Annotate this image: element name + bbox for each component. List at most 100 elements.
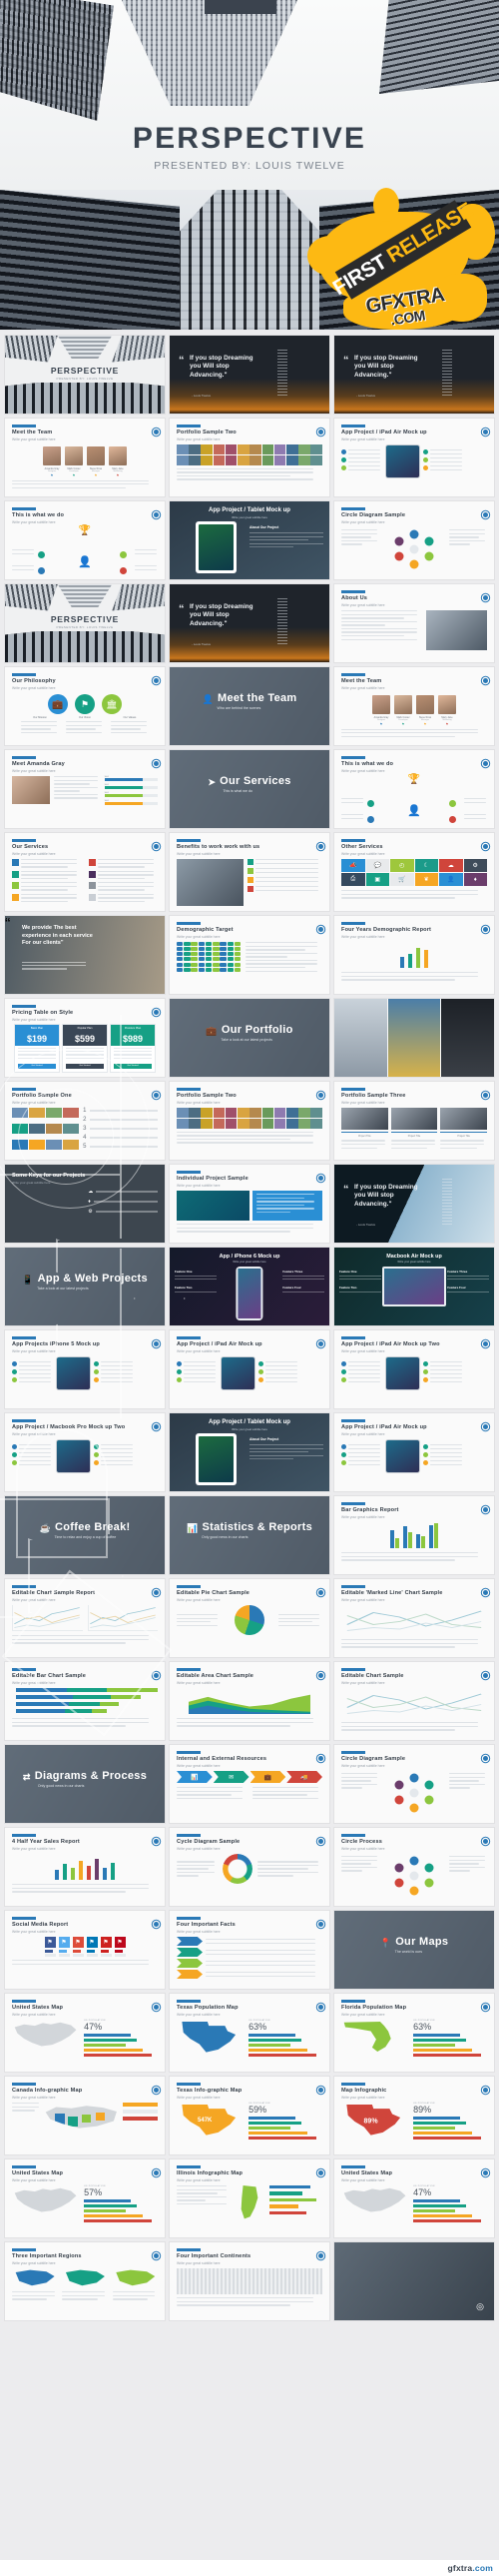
plan-cta-button[interactable]: Get Started [114,1063,152,1069]
gear-icon[interactable] [483,927,488,932]
social-network-icon[interactable]: ⚑ [58,1937,70,1948]
gear-icon[interactable] [318,844,323,849]
gear-icon[interactable] [154,1673,159,1678]
gear-icon[interactable] [483,1424,488,1429]
gear-icon[interactable] [483,1756,488,1761]
slide-thumbnail[interactable]: Four Important Continents Write your grea… [170,2242,329,2320]
slide-thumbnail[interactable]: Cycle Diagram Sample Write your great sub… [170,1828,329,1906]
slide-thumbnail[interactable]: Florida Population Map Write your great s… [334,1994,494,2072]
pricing-card[interactable]: Popular Plan $599 Get Started [63,1025,107,1072]
gear-icon[interactable] [318,1176,323,1181]
slide-thumbnail[interactable]: Circle Diagram Sample Write your great su… [334,501,494,579]
social-icon[interactable]: ⚑ [372,722,390,726]
slide-thumbnail[interactable]: Meet Amanda Gray Write your great subtitl… [5,750,165,828]
gear-icon[interactable] [154,2253,159,2258]
slide-thumbnail[interactable]: Four Years Demographic Report Write your … [334,916,494,994]
slide-thumbnail[interactable]: Benefits to work work with us Write your … [170,833,329,911]
slide-thumbnail[interactable]: 4 Half Year Sales Report Write your great… [5,1828,165,1906]
slide-thumbnail[interactable]: Texas Info-graphic Map Write your great s… [170,2077,329,2154]
gear-icon[interactable] [154,761,159,766]
slide-thumbnail[interactable]: ➤ Our Services This is what we do [170,750,329,828]
slide-thumbnail[interactable]: Three Important Regions Write your great … [5,2242,165,2320]
slide-thumbnail[interactable]: Meet the Team Write your great subtitle h… [334,667,494,745]
slide-thumbnail[interactable]: Individual Project Sample Write your grea… [170,1165,329,1243]
social-network-icon[interactable]: ⚑ [100,1937,112,1948]
slide-thumbnail[interactable]: “We provide The best experience in each … [5,916,165,994]
gear-icon[interactable] [154,1010,159,1015]
slide-thumbnail[interactable]: ◎ [334,2242,494,2320]
gear-icon[interactable] [483,678,488,683]
slide-thumbnail[interactable]: Our Philosophy Write your great subtitle … [5,667,165,745]
slide-thumbnail[interactable]: App Project / iPad Air Mock up Two Write … [334,1330,494,1408]
slide-thumbnail[interactable]: 💼 Our Portfolio Take a look at our latest … [170,999,329,1077]
slide-thumbnail[interactable]: App Project / Tablet Mock up Write your g… [170,1413,329,1491]
slide-thumbnail[interactable]: App Projects iPhone 5 Mock up Write your … [5,1330,165,1408]
gear-icon[interactable] [318,429,323,434]
slide-thumbnail[interactable]: Our Services Write your great subtitle he… [5,833,165,911]
slide-thumbnail[interactable]: Canada Info-graphic Map Write your great … [5,2077,165,2154]
slide-thumbnail[interactable]: PERSPECTIVE PRESENTED BY: LOUIS TWELVE [5,336,165,414]
slide-thumbnail[interactable]: Other Services Write your great subtitle … [334,833,494,911]
gear-icon[interactable] [154,1341,159,1346]
gear-icon[interactable] [483,595,488,600]
gear-icon[interactable] [154,1590,159,1595]
slide-thumbnail[interactable]: 📱 App & Web Projects Take a look at our la… [5,1248,165,1325]
gear-icon[interactable] [318,1839,323,1844]
slide-thumbnail[interactable]: App Project / iPad Air Mock up Write your… [170,1330,329,1408]
gear-icon[interactable] [483,761,488,766]
slide-thumbnail[interactable]: ☕ Coffee Break! Time to relax and enjoy a … [5,1496,165,1574]
service-tile[interactable]: 📣 [341,859,365,872]
social-icon[interactable]: ⚑ [43,473,61,477]
social-network-icon[interactable]: ⚑ [114,1937,126,1948]
gear-icon[interactable] [318,1922,323,1927]
service-tile[interactable]: ❦ [414,873,438,886]
service-tile[interactable]: ⚙ [463,859,487,872]
service-tile[interactable]: ☾ [414,859,438,872]
plan-cta-button[interactable]: Get Started [18,1063,56,1069]
gear-icon[interactable] [483,512,488,517]
slide-thumbnail[interactable]: This is what we do Write your great subti… [5,501,165,579]
gear-icon[interactable] [318,1093,323,1098]
pricing-card[interactable]: Premium Plan $989 Get Started [111,1025,155,1072]
slide-thumbnail[interactable]: Texas Population Map Write your great sub… [170,1994,329,2072]
slide-thumbnail[interactable]: Portfolio Sample One Write your great sub… [5,1082,165,1160]
gear-icon[interactable] [154,429,159,434]
service-tile[interactable]: 👤 [439,873,463,886]
slide-thumbnail[interactable]: Meet the Team Write your great subtitle h… [5,419,165,496]
slide-thumbnail[interactable]: Four Important Facts Write your great sub… [170,1911,329,1989]
slide-thumbnail[interactable]: Social Media Report Write your great subt… [5,1911,165,1989]
slide-thumbnail[interactable]: Portfolio Sample Two Write your great sub… [170,419,329,496]
slide-thumbnail[interactable]: ⇄ Diagrams & Process Only good news in our… [5,1745,165,1823]
pricing-card[interactable]: Basic Plan $199 Get Started [15,1025,59,1072]
slide-thumbnail[interactable]: This is what we do Write your great subti… [334,750,494,828]
gear-icon[interactable] [483,1341,488,1346]
slide-thumbnail[interactable]: App Project / Macbook Pro Mock up Two Wri… [5,1413,165,1491]
gear-icon[interactable] [483,1590,488,1595]
gear-icon[interactable] [483,844,488,849]
gear-icon[interactable] [318,1756,323,1761]
slide-thumbnail[interactable]: Editable Area Chart Sample Write your gre… [170,1662,329,1740]
gear-icon[interactable] [318,2088,323,2093]
gear-icon[interactable] [483,2005,488,2010]
slide-thumbnail[interactable]: Circle Diagram Sample Write your great su… [334,1745,494,1823]
gear-icon[interactable] [318,1590,323,1595]
service-tile[interactable]: 🛒 [390,873,414,886]
social-icon[interactable]: ⚑ [109,473,127,477]
slide-thumbnail[interactable]: 📍 Our Maps The world is ours [334,1911,494,1989]
slide-thumbnail[interactable]: App Project / Tablet Mock up Write your g… [170,501,329,579]
gear-icon[interactable] [318,2253,323,2258]
service-tile[interactable]: ♦ [463,873,487,886]
slide-thumbnail[interactable]: Map Infographic Write your great subtitle… [334,2077,494,2154]
gear-icon[interactable] [318,2170,323,2175]
social-network-icon[interactable]: ⚑ [86,1937,98,1948]
slide-thumbnail[interactable]: 📊 Statistics & Reports Only good news in o… [170,1496,329,1574]
slide-thumbnail[interactable]: 👤 Meet the Team Who are behind the scenes [170,667,329,745]
slide-thumbnail[interactable]: App Project / iPad Air Mock up Write your… [334,1413,494,1491]
slide-thumbnail[interactable]: Some Keys for our Projects Write your gre… [5,1165,165,1243]
social-network-icon[interactable]: ⚑ [72,1937,84,1948]
social-network-icon[interactable]: ⚑ [44,1937,56,1948]
slide-thumbnail[interactable]: Internal and External Resources Write you… [170,1745,329,1823]
social-icon[interactable]: ⚑ [416,722,434,726]
slide-thumbnail[interactable]: United States Map Write your great subtit… [334,2159,494,2237]
gear-icon[interactable] [318,2005,323,2010]
